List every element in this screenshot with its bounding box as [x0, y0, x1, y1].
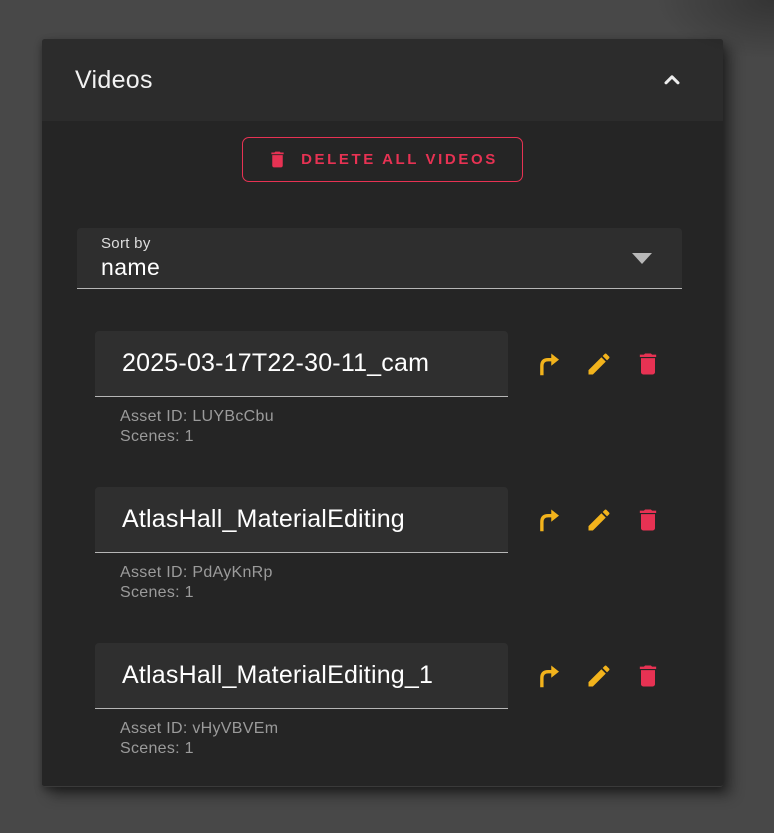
videos-panel-body: DELETE ALL VIDEOS Sort by name 2025-03-1… — [42, 121, 723, 786]
asset-id-text: Asset ID: vHyVBVEm — [120, 720, 279, 737]
scenes-text: Scenes: 1 — [120, 584, 194, 601]
video-meta: Asset ID: LUYBcCbu Scenes: 1 — [120, 407, 723, 447]
export-video-button[interactable] — [535, 505, 565, 535]
trash-icon — [634, 506, 662, 534]
chevron-up-icon[interactable] — [659, 67, 685, 93]
panel-title: Videos — [75, 65, 153, 94]
delete-video-button[interactable] — [633, 505, 663, 535]
pencil-icon — [585, 350, 613, 378]
redirect-arrow-icon — [535, 505, 565, 535]
video-list-item: Asset ID: LUYBcCbu Scenes: 1 — [42, 331, 723, 447]
export-video-button[interactable] — [535, 661, 565, 691]
desktop-background: Videos DELETE ALL VIDEOS Sort by name 20… — [0, 0, 774, 833]
video-list-item: Asset ID: PdAyKnRp Scenes: 1 — [42, 487, 723, 603]
video-row — [95, 643, 723, 709]
edit-video-button[interactable] — [584, 505, 614, 535]
delete-video-button[interactable] — [633, 661, 663, 691]
video-list: Asset ID: LUYBcCbu Scenes: 1 — [42, 331, 723, 759]
redirect-arrow-icon — [535, 661, 565, 691]
video-meta: Asset ID: vHyVBVEm Scenes: 1 — [120, 719, 723, 759]
export-video-button[interactable] — [535, 349, 565, 379]
video-list-item: Asset ID: vHyVBVEm Scenes: 1 — [42, 643, 723, 759]
videos-accordion-header[interactable]: Videos — [42, 39, 723, 121]
scenes-text: Scenes: 1 — [120, 740, 194, 757]
trash-icon — [267, 149, 288, 170]
scenes-text: Scenes: 1 — [120, 428, 194, 445]
delete-video-button[interactable] — [633, 349, 663, 379]
edit-video-button[interactable] — [584, 661, 614, 691]
videos-panel: Videos DELETE ALL VIDEOS Sort by name 20… — [42, 39, 723, 787]
sort-by-select[interactable]: Sort by name — [77, 228, 682, 289]
delete-all-videos-button[interactable]: DELETE ALL VIDEOS — [242, 137, 523, 182]
sort-by-label: Sort by — [101, 235, 151, 252]
pencil-icon — [585, 662, 613, 690]
redirect-arrow-icon — [535, 349, 565, 379]
asset-id-text: Asset ID: LUYBcCbu — [120, 408, 274, 425]
asset-id-text: Asset ID: PdAyKnRp — [120, 564, 273, 581]
trash-icon — [634, 662, 662, 690]
sort-by-value: name — [101, 254, 161, 280]
video-meta: Asset ID: PdAyKnRp Scenes: 1 — [120, 563, 723, 603]
pencil-icon — [585, 506, 613, 534]
edit-video-button[interactable] — [584, 349, 614, 379]
trash-icon — [634, 350, 662, 378]
video-name-input[interactable] — [95, 487, 508, 553]
video-row — [95, 487, 723, 553]
video-name-input[interactable] — [95, 331, 508, 397]
video-name-input[interactable] — [95, 643, 508, 709]
delete-all-videos-label: DELETE ALL VIDEOS — [301, 151, 498, 168]
video-row — [95, 331, 723, 397]
dropdown-arrow-icon — [632, 253, 652, 264]
